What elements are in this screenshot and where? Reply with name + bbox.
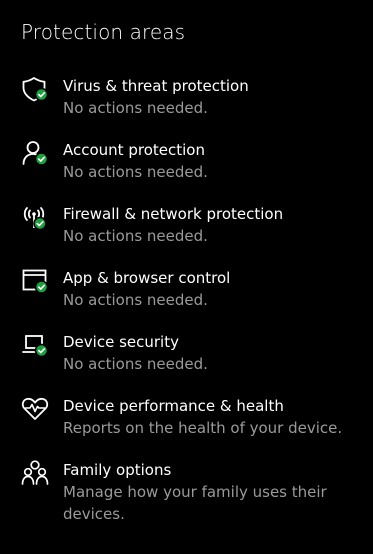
item-label: Device security — [63, 333, 179, 351]
heart-pulse-icon — [20, 394, 50, 424]
item-label: Account protection — [63, 141, 205, 159]
item-description: No actions needed. — [63, 291, 208, 309]
item-description: No actions needed. — [63, 99, 208, 117]
browser-window-icon — [20, 266, 50, 296]
item-label: Virus & threat protection — [63, 77, 249, 95]
item-label: Device performance & health — [63, 397, 284, 415]
item-description: Reports on the health of your device. — [63, 419, 343, 437]
item-label: App & browser control — [63, 269, 231, 287]
laptop-icon — [20, 330, 50, 360]
item-description: No actions needed. — [63, 355, 208, 373]
item-description: No actions needed. — [63, 227, 208, 245]
wireless-antenna-icon — [20, 202, 50, 232]
shield-icon — [20, 74, 50, 104]
page-title: Protection areas — [21, 20, 186, 44]
item-description: Manage how your family uses their device… — [63, 483, 327, 523]
family-icon — [20, 458, 50, 488]
person-icon — [20, 138, 50, 168]
item-label: Family options — [63, 461, 172, 479]
item-label: Firewall & network protection — [63, 205, 284, 223]
item-description: No actions needed. — [63, 163, 208, 181]
